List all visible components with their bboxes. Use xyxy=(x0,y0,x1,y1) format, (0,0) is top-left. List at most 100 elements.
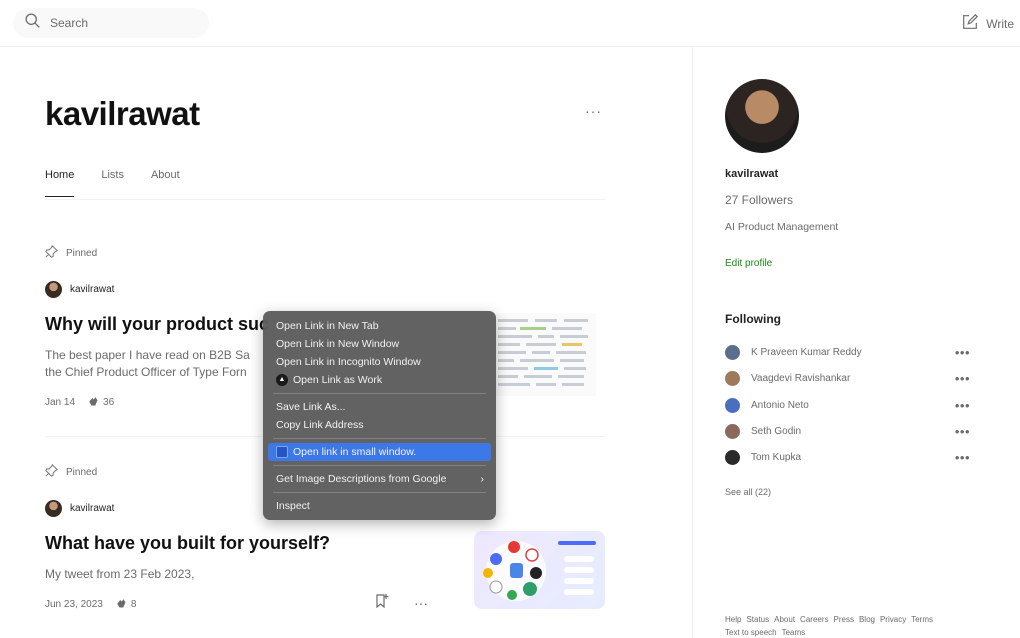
menu-item-open-new-window[interactable]: Open Link in New Window xyxy=(263,335,496,353)
footer-link-terms[interactable]: Terms xyxy=(911,615,933,624)
menu-item-label: Open Link in New Window xyxy=(276,338,400,350)
pencil-square-icon xyxy=(961,13,979,34)
tabs-divider xyxy=(45,199,605,200)
clap-number: 8 xyxy=(130,599,137,610)
menu-item-label: Open Link in Incognito Window xyxy=(276,356,421,368)
following-item[interactable]: Seth Godin ••• xyxy=(725,424,970,439)
pinned-label: Pinned xyxy=(45,245,605,261)
clap-icon xyxy=(115,597,127,612)
menu-item-label: Inspect xyxy=(276,500,310,512)
tab-about[interactable]: About xyxy=(151,169,180,197)
post-date: Jun 23, 2023 xyxy=(45,599,103,610)
avatar xyxy=(725,345,740,360)
profile-tabs: Home Lists About xyxy=(45,169,180,197)
footer-link-careers[interactable]: Careers xyxy=(800,615,828,624)
menu-item-label: Copy Link Address xyxy=(276,419,364,431)
pin-icon xyxy=(45,464,58,480)
footer-link-status[interactable]: Status xyxy=(746,615,769,624)
bookmark-add-icon[interactable] xyxy=(374,593,390,612)
menu-item-save-link[interactable]: Save Link As... xyxy=(263,398,496,416)
more-icon[interactable]: ••• xyxy=(955,398,970,413)
avatar xyxy=(725,424,740,439)
menu-item-inspect[interactable]: Inspect xyxy=(263,497,496,515)
profile-bio: AI Product Management xyxy=(725,221,839,233)
write-label: Write xyxy=(986,16,1014,31)
footer-link-about[interactable]: About xyxy=(774,615,795,624)
clap-count: 8 xyxy=(115,597,137,612)
clap-number: 36 xyxy=(103,397,115,408)
menu-item-open-new-tab[interactable]: Open Link in New Tab xyxy=(263,317,496,335)
footer-link-blog[interactable]: Blog xyxy=(859,615,875,624)
profile-more-button[interactable]: ··· xyxy=(585,103,602,119)
tab-home[interactable]: Home xyxy=(45,169,75,197)
more-icon[interactable]: ••• xyxy=(955,371,970,386)
footer-link-help[interactable]: Help xyxy=(725,615,741,624)
chevron-right-icon: › xyxy=(480,473,485,485)
clap-icon xyxy=(87,395,99,410)
post-thumbnail[interactable] xyxy=(490,313,596,396)
avatar xyxy=(725,398,740,413)
pinned-text: Pinned xyxy=(66,247,98,259)
footer-link-privacy[interactable]: Privacy xyxy=(880,615,906,624)
context-menu: Open Link in New Tab Open Link in New Wi… xyxy=(263,311,496,520)
footer-links: Help Status About Careers Press Blog Privacy Te… xyxy=(725,613,975,638)
sidebar-divider xyxy=(692,47,693,638)
following-name: Seth Godin xyxy=(751,426,802,437)
search-icon[interactable] xyxy=(24,12,41,34)
tab-lists[interactable]: Lists xyxy=(101,169,124,197)
menu-item-open-small-window[interactable]: Open link in small window. xyxy=(268,443,491,461)
menu-item-open-as-work[interactable]: ▲ Open Link as Work xyxy=(263,371,496,389)
avatar xyxy=(45,281,62,298)
avatar xyxy=(725,450,740,465)
following-item[interactable]: K Praveen Kumar Reddy ••• xyxy=(725,345,970,360)
work-profile-icon: ▲ xyxy=(276,374,288,386)
following-item[interactable]: Vaagdevi Ravishankar ••• xyxy=(725,371,970,386)
following-name: Tom Kupka xyxy=(751,452,802,463)
menu-item-copy-link[interactable]: Copy Link Address xyxy=(263,416,496,434)
post-author[interactable]: kavilrawat xyxy=(45,281,605,298)
see-all-link[interactable]: See all (22) xyxy=(725,487,771,497)
pinned-text: Pinned xyxy=(66,466,98,478)
post-date: Jan 14 xyxy=(45,397,76,408)
menu-separator xyxy=(273,465,486,466)
followers-count[interactable]: 27 Followers xyxy=(725,193,793,207)
menu-separator xyxy=(273,393,486,394)
following-name: Antonio Neto xyxy=(751,400,809,411)
menu-separator xyxy=(273,438,486,439)
clap-count: 36 xyxy=(87,395,114,410)
following-name: K Praveen Kumar Reddy xyxy=(751,347,862,358)
write-button[interactable]: Write xyxy=(961,13,1014,34)
author-name: kavilrawat xyxy=(70,284,115,295)
menu-separator xyxy=(273,492,486,493)
edit-profile-link[interactable]: Edit profile xyxy=(725,258,772,269)
footer-link-press[interactable]: Press xyxy=(834,615,854,624)
following-item[interactable]: Antonio Neto ••• xyxy=(725,398,970,413)
search-input[interactable] xyxy=(50,16,190,30)
following-name: Vaagdevi Ravishankar xyxy=(751,373,851,384)
menu-item-image-descriptions[interactable]: Get Image Descriptions from Google › xyxy=(263,470,496,488)
following-item[interactable]: Tom Kupka ••• xyxy=(725,450,970,465)
search-box[interactable] xyxy=(13,8,209,38)
footer-link-teams[interactable]: Teams xyxy=(782,628,806,637)
menu-item-label: Get Image Descriptions from Google xyxy=(276,473,447,485)
sidebar-name: kavilrawat xyxy=(725,168,779,180)
menu-item-open-incognito[interactable]: Open Link in Incognito Window xyxy=(263,353,496,371)
more-icon[interactable]: ••• xyxy=(955,424,970,439)
avatar[interactable] xyxy=(725,79,799,153)
pin-icon xyxy=(45,245,58,261)
more-icon[interactable]: ••• xyxy=(955,345,970,360)
menu-item-label: Open Link as Work xyxy=(293,374,383,386)
post-more-button[interactable]: ··· xyxy=(414,595,428,611)
following-heading: Following xyxy=(725,312,781,326)
more-icon[interactable]: ••• xyxy=(955,450,970,465)
page-title: kavilrawat xyxy=(45,95,200,132)
footer-link-text-to-speech[interactable]: Text to speech xyxy=(725,628,777,637)
author-name: kavilrawat xyxy=(70,503,115,514)
post-thumbnail[interactable] xyxy=(474,531,605,609)
menu-item-label: Open Link in New Tab xyxy=(276,320,379,332)
avatar xyxy=(45,500,62,517)
menu-item-label: Open link in small window. xyxy=(293,446,417,458)
post-actions: ··· xyxy=(374,593,428,612)
avatar xyxy=(725,371,740,386)
menu-item-label: Save Link As... xyxy=(276,401,346,413)
